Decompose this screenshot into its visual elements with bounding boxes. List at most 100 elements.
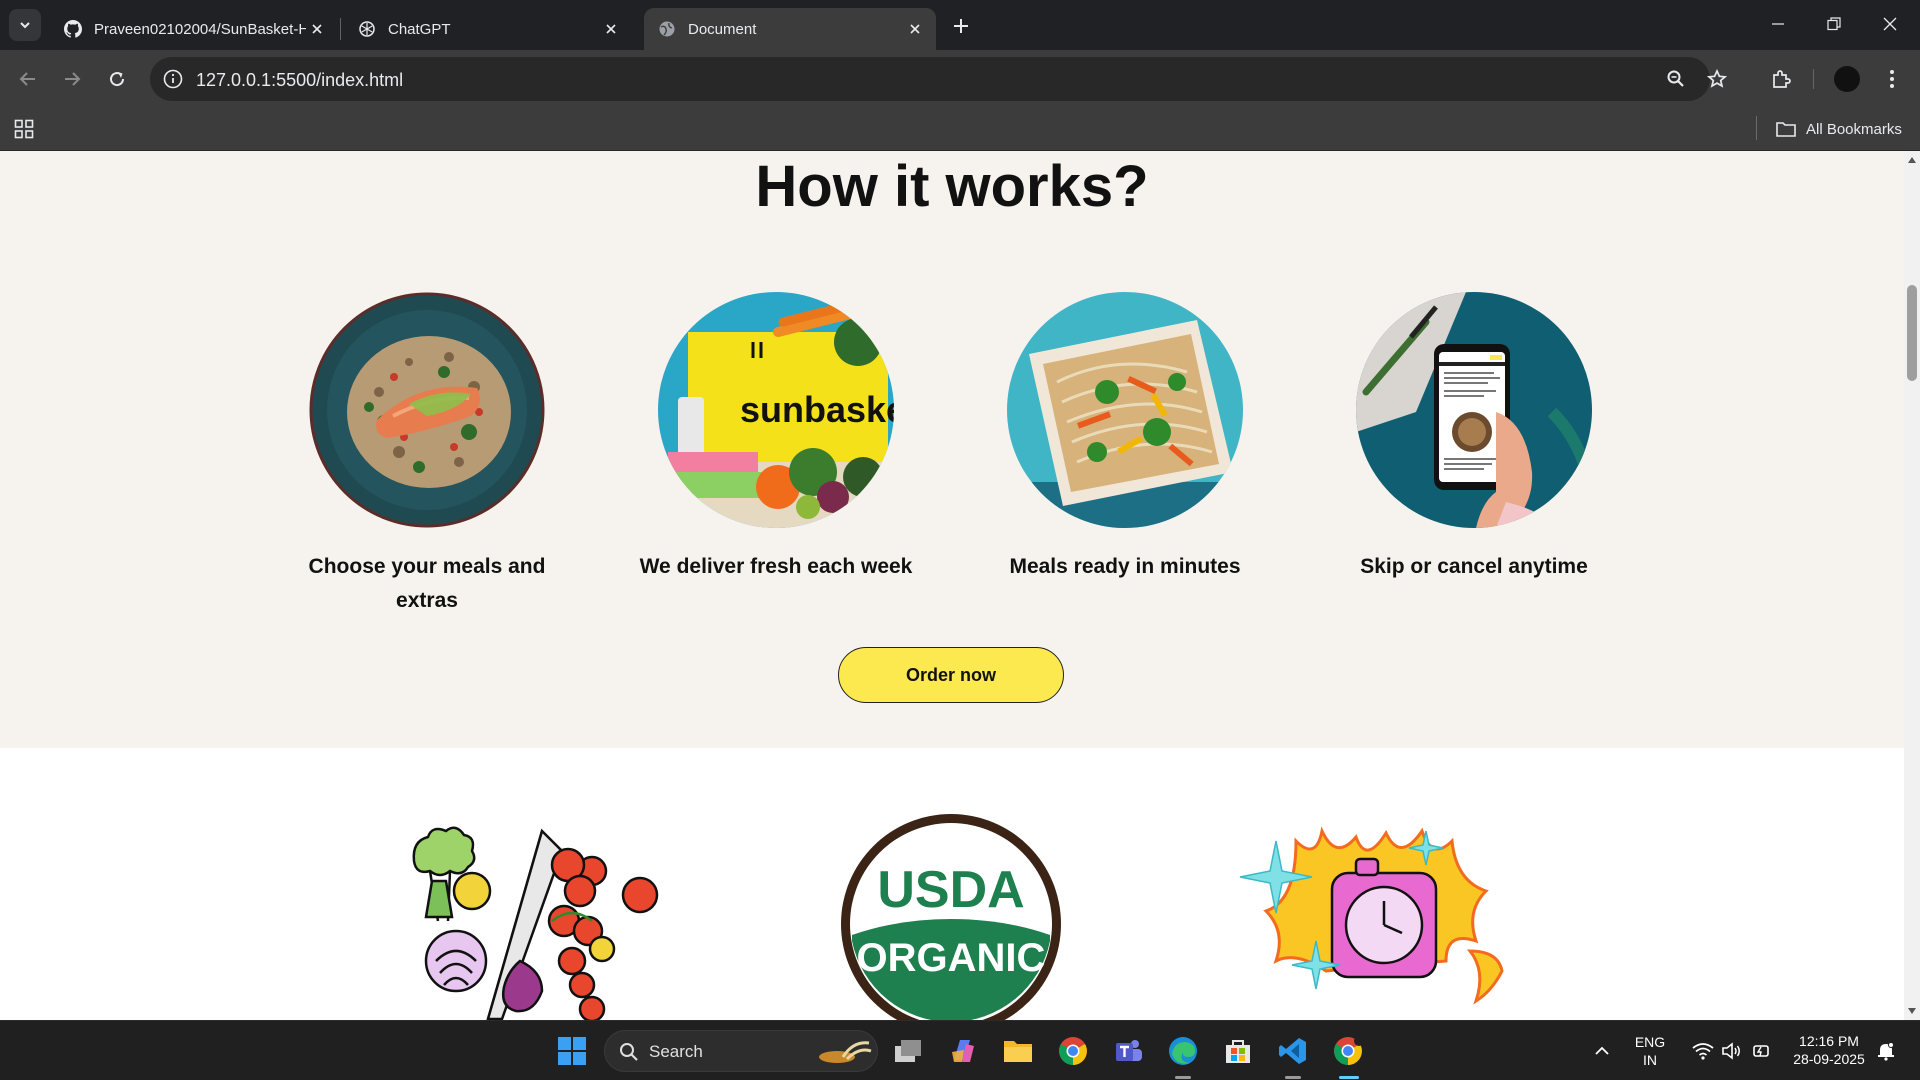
phone-app-image bbox=[1356, 292, 1592, 528]
menu-button[interactable] bbox=[1876, 63, 1908, 95]
chevron-down-icon bbox=[20, 22, 30, 29]
teams-button[interactable] bbox=[1108, 1031, 1148, 1071]
search-highlight-icon bbox=[819, 1041, 872, 1063]
running-indicator bbox=[1285, 1076, 1301, 1079]
scroll-up-icon[interactable] bbox=[1907, 155, 1917, 165]
windows-logo-icon bbox=[558, 1037, 586, 1065]
how-it-works-section: How it works? Choose your meals and extr… bbox=[0, 151, 1904, 748]
browser-toolbar: 127.0.0.1:5500/index.html bbox=[0, 50, 1920, 108]
extensions-button[interactable] bbox=[1765, 63, 1797, 95]
battery-icon bbox=[1753, 1045, 1769, 1057]
tab-search-button[interactable] bbox=[9, 9, 41, 41]
seal-top-text: USDA bbox=[877, 861, 1024, 919]
noodle-tray-image bbox=[1007, 292, 1243, 528]
all-bookmarks-button[interactable]: All Bookmarks bbox=[1776, 117, 1902, 141]
step-caption: Skip or cancel anytime bbox=[1360, 555, 1588, 578]
reload-button[interactable] bbox=[101, 63, 133, 95]
restore-icon bbox=[1827, 17, 1841, 31]
minimize-button[interactable] bbox=[1750, 0, 1806, 48]
address-bar[interactable]: 127.0.0.1:5500/index.html bbox=[150, 57, 1727, 101]
store-icon bbox=[1226, 1040, 1250, 1063]
step-card: Skip or cancel anytime bbox=[1324, 292, 1624, 584]
vscode-button[interactable] bbox=[1273, 1031, 1313, 1071]
reload-icon bbox=[110, 72, 125, 87]
search-icon bbox=[620, 1043, 638, 1061]
close-tab-icon[interactable] bbox=[306, 18, 328, 40]
step-caption: We deliver fresh each week bbox=[639, 555, 913, 578]
zoom-icon[interactable] bbox=[1664, 67, 1688, 91]
tab-title: ChatGPT bbox=[388, 20, 451, 38]
quick-settings-button[interactable] bbox=[1682, 1031, 1782, 1071]
wifi-icon bbox=[1692, 1043, 1714, 1060]
close-tab-icon[interactable] bbox=[904, 18, 926, 40]
copilot-button[interactable] bbox=[943, 1031, 983, 1071]
page-scrollbar[interactable] bbox=[1904, 151, 1920, 1020]
taskbar-search-label: Search bbox=[649, 1042, 703, 1061]
seal-bottom-text: ORGANIC bbox=[857, 936, 1046, 980]
vscode-icon bbox=[1279, 1038, 1306, 1064]
tab-chatgpt[interactable]: ChatGPT bbox=[344, 8, 632, 50]
scroll-down-icon[interactable] bbox=[1907, 1006, 1917, 1016]
site-info-icon[interactable] bbox=[162, 68, 184, 90]
windows-taskbar: Search ENG IN 12:16 PM 28-09-2025 bbox=[0, 1020, 1920, 1080]
scrollbar-thumb[interactable] bbox=[1907, 285, 1917, 381]
github-icon bbox=[64, 20, 82, 38]
copilot-icon bbox=[952, 1040, 974, 1062]
apps-grid-icon[interactable] bbox=[14, 119, 34, 139]
edge-button[interactable] bbox=[1163, 1031, 1203, 1071]
globe-icon bbox=[659, 21, 675, 37]
profile-avatar[interactable] bbox=[1834, 66, 1860, 92]
close-tab-icon[interactable] bbox=[600, 18, 622, 40]
section-heading: How it works? bbox=[755, 154, 1149, 219]
chrome-active-button[interactable] bbox=[1328, 1031, 1368, 1071]
taskbar-search[interactable]: Search bbox=[604, 1030, 878, 1072]
chevron-up-icon bbox=[1595, 1046, 1609, 1055]
step-caption: Meals ready in minutes bbox=[1009, 555, 1241, 578]
page-viewport: How it works? Choose your meals and extr… bbox=[0, 151, 1904, 1020]
task-view-button[interactable] bbox=[888, 1031, 928, 1071]
chrome-icon bbox=[1059, 1037, 1087, 1065]
restore-button[interactable] bbox=[1806, 0, 1862, 48]
close-window-button[interactable] bbox=[1862, 0, 1918, 48]
clock[interactable]: 12:16 PM 28-09-2025 bbox=[1784, 1032, 1874, 1068]
folder-icon bbox=[1004, 1041, 1032, 1062]
bookmarks-divider bbox=[1756, 116, 1757, 140]
tab-title: Praveen02102004/SunBasket-H bbox=[94, 20, 306, 38]
usda-organic-seal: USDA ORGANIC bbox=[838, 811, 1064, 1020]
order-now-button[interactable]: Order now bbox=[838, 647, 1064, 703]
url-text: 127.0.0.1:5500/index.html bbox=[196, 70, 404, 90]
notifications-button[interactable] bbox=[1866, 1031, 1906, 1071]
plus-icon bbox=[954, 19, 968, 33]
features-section: USDA ORGANIC bbox=[0, 748, 1904, 1020]
file-explorer-button[interactable] bbox=[998, 1031, 1038, 1071]
store-button[interactable] bbox=[1218, 1031, 1258, 1071]
salmon-bowl-image bbox=[309, 292, 545, 528]
start-button[interactable] bbox=[552, 1031, 592, 1071]
input-language[interactable]: ENG IN bbox=[1628, 1033, 1672, 1069]
clock-date: 28-09-2025 bbox=[1793, 1051, 1865, 1067]
show-hidden-icons-button[interactable] bbox=[1582, 1031, 1622, 1071]
back-button[interactable] bbox=[12, 63, 44, 95]
chrome-taskbar-button[interactable] bbox=[1053, 1031, 1093, 1071]
all-bookmarks-label: All Bookmarks bbox=[1806, 120, 1902, 138]
step-caption: Choose your meals and extras bbox=[308, 555, 546, 612]
tab-divider bbox=[340, 18, 341, 40]
tab-title: Document bbox=[688, 20, 757, 38]
toolbar-divider bbox=[1813, 69, 1814, 89]
step-card: Choose your meals and extras bbox=[277, 292, 577, 618]
arrow-right-icon bbox=[65, 72, 81, 86]
chatgpt-icon bbox=[359, 21, 375, 37]
running-indicator bbox=[1175, 1076, 1191, 1079]
clock-time: 12:16 PM bbox=[1799, 1033, 1859, 1049]
close-icon bbox=[1883, 17, 1897, 31]
folder-icon bbox=[1776, 122, 1796, 137]
tab-document[interactable]: Document bbox=[644, 8, 936, 50]
tab-github[interactable]: Praveen02102004/SunBasket-H bbox=[50, 8, 338, 50]
minimize-icon bbox=[1772, 23, 1784, 25]
vegetables-illustration bbox=[392, 821, 672, 1020]
bookmark-star-icon[interactable] bbox=[1705, 67, 1729, 91]
svg-text:sunbasket: sunbasket bbox=[740, 389, 894, 430]
forward-button[interactable] bbox=[56, 63, 88, 95]
new-tab-button[interactable] bbox=[947, 12, 975, 40]
task-view-icon bbox=[895, 1040, 921, 1062]
